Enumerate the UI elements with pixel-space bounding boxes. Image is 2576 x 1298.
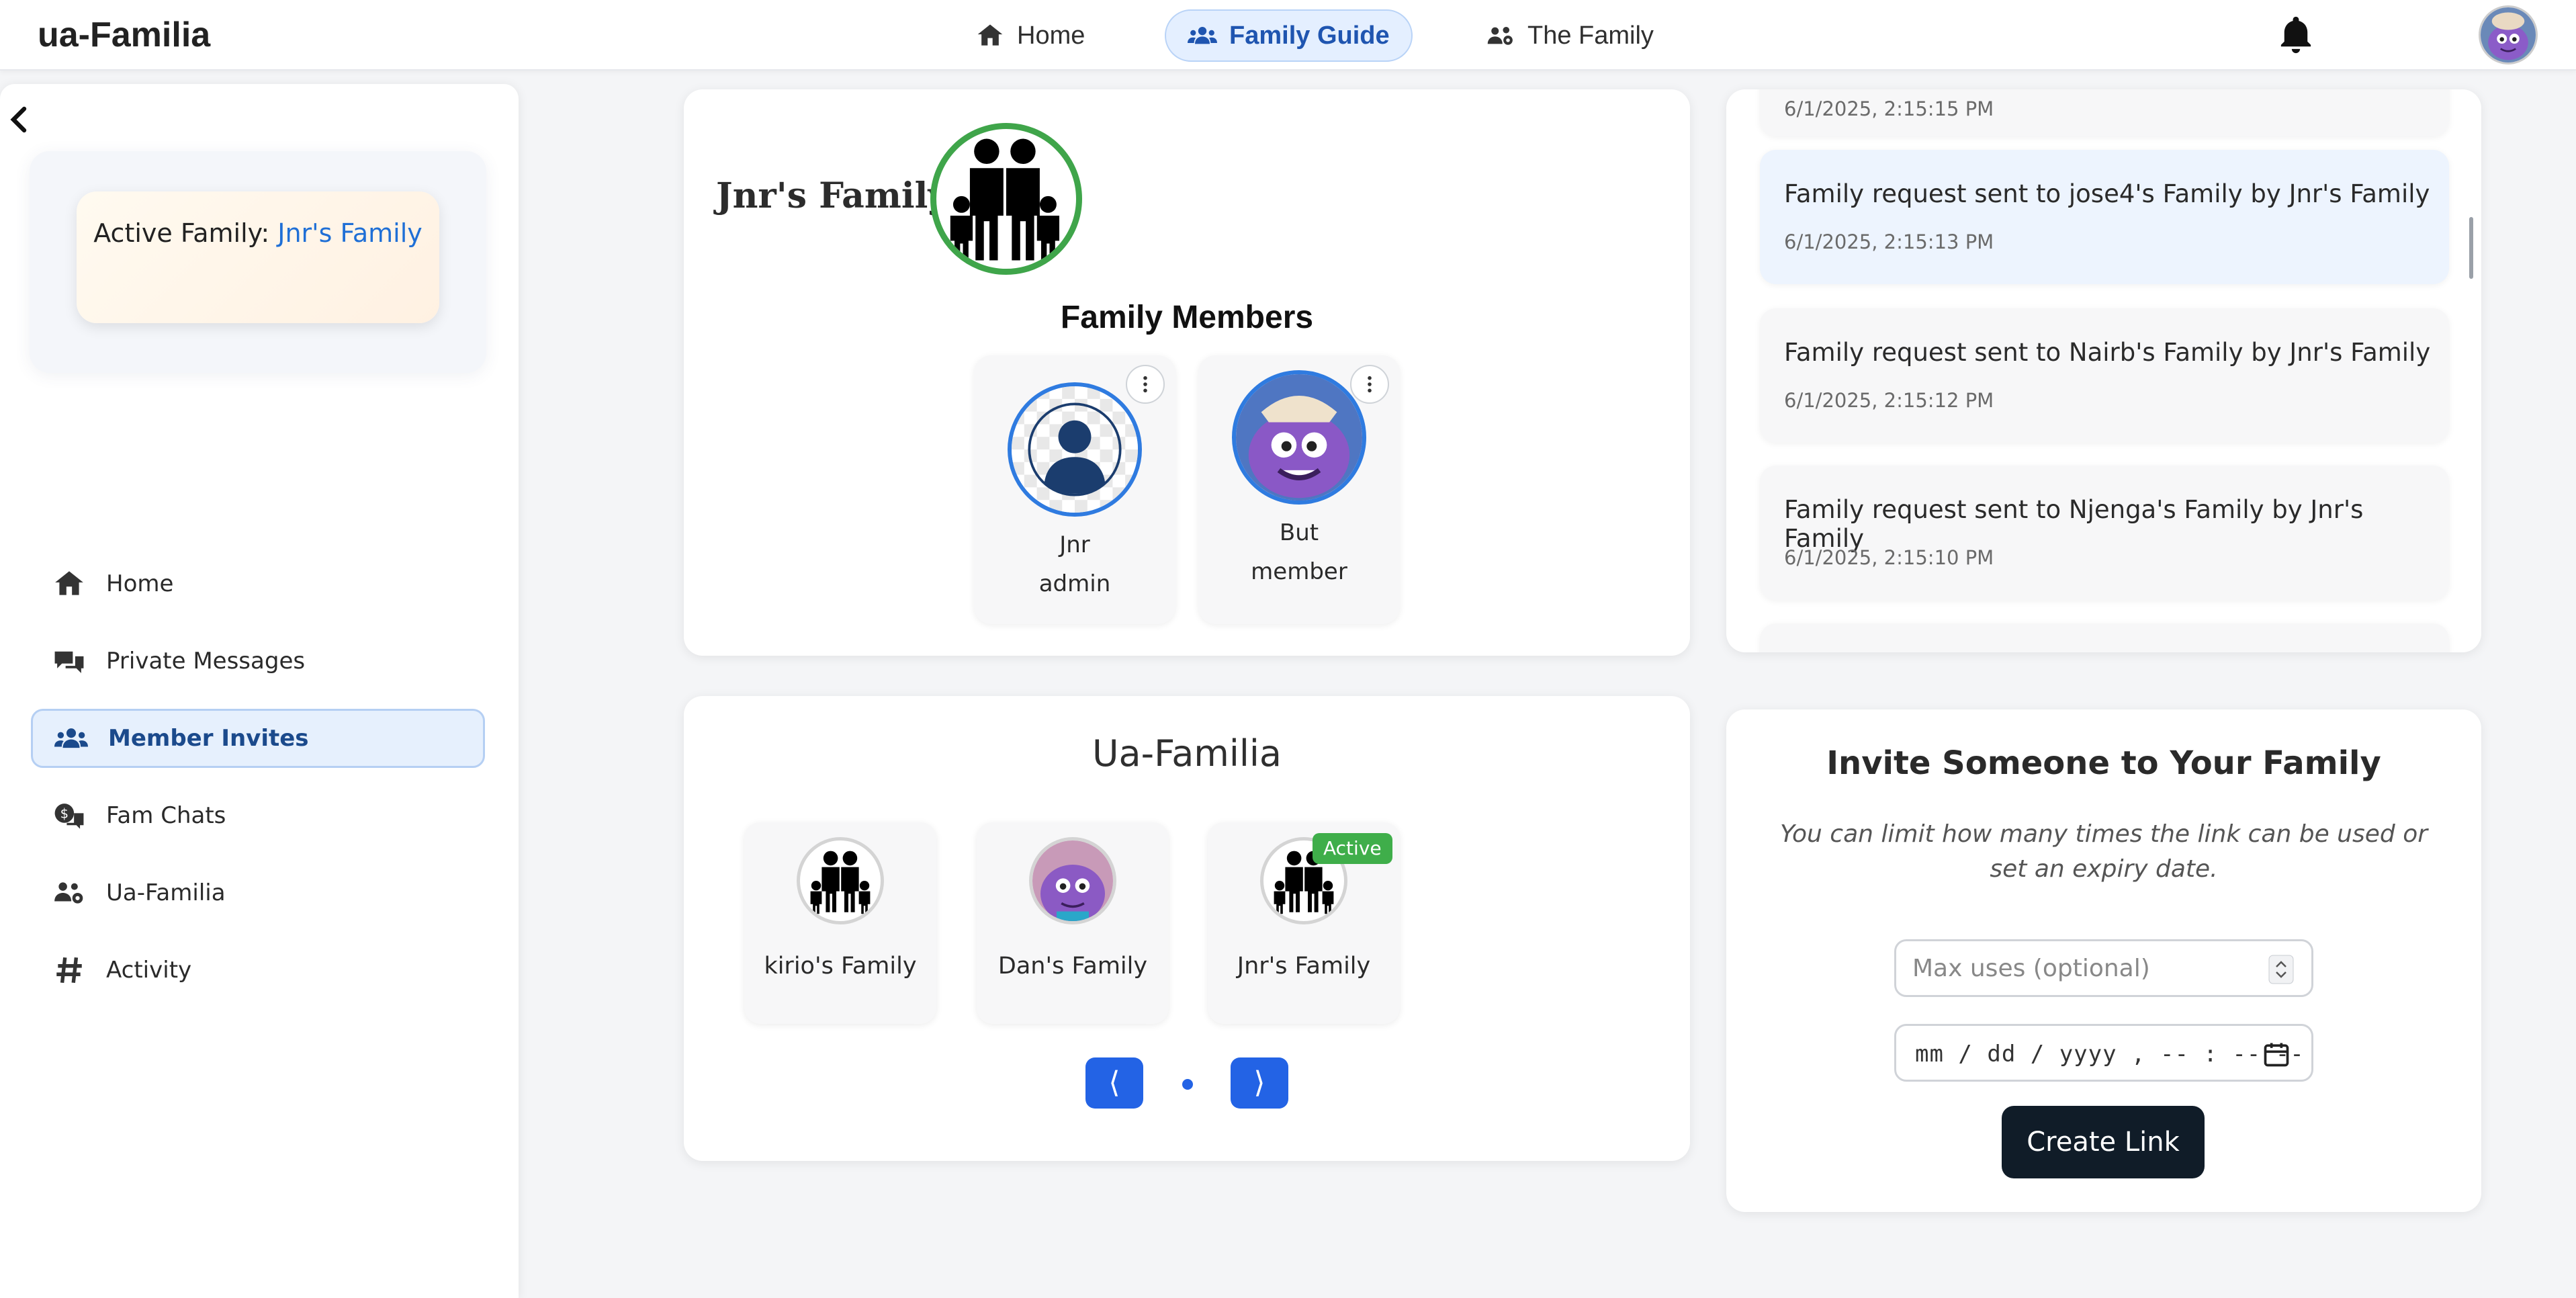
member-role: member [1251, 558, 1347, 585]
family-tile-kirio[interactable]: kirio's Family [744, 822, 936, 1024]
active-family-label: Active Family: [93, 218, 278, 248]
number-spinner-icon[interactable] [2268, 955, 2294, 984]
sidebar-item-label: Home [106, 570, 174, 597]
invite-subtitle: You can limit how many times the link ca… [1779, 820, 2428, 883]
ua-familia-card: Ua-Familia kirio's Family Dan's Family A… [684, 696, 1690, 1161]
activity-time: 6/1/2025, 2:15:10 PM [1784, 546, 1994, 569]
users-gear-icon [54, 882, 83, 904]
nav-home-label: Home [1017, 21, 1085, 50]
member-avatar [1008, 382, 1142, 517]
sidebar-item-member-invites[interactable]: Member Invites [31, 709, 485, 768]
home-icon [55, 571, 83, 595]
member-avatar [1232, 370, 1366, 505]
active-badge: Active [1313, 833, 1392, 864]
list-item: Family request sent to Nairb's Family by… [1760, 308, 2449, 443]
home-icon [977, 24, 1003, 46]
sidebar-item-label: Fam Chats [106, 802, 226, 829]
member-options-button[interactable] [1126, 365, 1165, 404]
nav-family-guide[interactable]: Family Guide [1165, 9, 1413, 62]
create-link-button[interactable]: Create Link [2002, 1106, 2205, 1178]
sidebar-item-label: Private Messages [106, 648, 306, 675]
sidebar-item-fam-chats[interactable]: $ Fam Chats [31, 786, 485, 845]
chevron-left-icon[interactable] [5, 103, 32, 136]
member-role: admin [1038, 570, 1111, 597]
family-card: Jnr's Family Family Members Jnr admin Bu… [684, 89, 1690, 656]
list-item: Family request sent to Njenga's Family b… [1760, 466, 2449, 600]
svg-text:$: $ [60, 806, 69, 822]
member-card-but[interactable]: But member [1198, 355, 1400, 624]
activity-list[interactable]: 6/1/2025, 2:15:15 PM Family request sent… [1726, 89, 2481, 652]
invite-card: Invite Someone to Your Family You can li… [1726, 709, 2481, 1212]
member-name: Jnr [1059, 531, 1090, 558]
nav-family-guide-label: Family Guide [1229, 21, 1390, 50]
family-gear-icon [1487, 26, 1513, 45]
sidebar-item-ua-familia[interactable]: Ua-Familia [31, 863, 485, 922]
sidebar-item-label: Activity [106, 957, 192, 984]
sidebar-menu: Home Private Messages Member Invites $ F… [31, 554, 485, 1018]
nav-home[interactable]: Home [954, 9, 1106, 62]
member-card-jnr[interactable]: Jnr admin [974, 355, 1175, 624]
expiry-datetime-input[interactable]: mm / dd / yyyy , -- : -- -- [1894, 1024, 2313, 1082]
list-item [1760, 623, 2449, 652]
family-avatar [1029, 837, 1116, 924]
activity-time: 6/1/2025, 2:15:12 PM [1784, 389, 1994, 412]
list-item: Family request sent to jose4's Family by… [1760, 150, 2449, 284]
list-item: 6/1/2025, 2:15:15 PM [1760, 89, 2449, 136]
sidebar-item-activity[interactable]: Activity [31, 941, 485, 1000]
hashtag-icon [56, 957, 82, 984]
family-logo [930, 123, 1082, 275]
sidebar-item-private-messages[interactable]: Private Messages [31, 632, 485, 691]
money-chat-icon: $ [54, 804, 84, 829]
brand-title[interactable]: ua-Familia [38, 13, 210, 56]
top-navbar: ua-Familia Home Family Guide The Family [0, 0, 2576, 71]
activity-message: Family request sent to jose4's Family by… [1784, 179, 2430, 208]
carousel-next-button[interactable]: ⟩ [1231, 1057, 1288, 1109]
invite-title: Invite Someone to Your Family [1826, 744, 2381, 782]
carousel-dot[interactable] [1182, 1079, 1193, 1090]
activity-message: Family request sent to Nairb's Family by… [1784, 338, 2431, 367]
member-options-button[interactable] [1350, 365, 1389, 404]
active-family-name: Jnr's Family [277, 218, 423, 248]
user-avatar[interactable] [2479, 5, 2538, 64]
max-uses-input[interactable]: Max uses (optional) [1894, 939, 2313, 997]
active-family-card[interactable]: Active Family: Jnr's Family [77, 191, 439, 323]
comments-icon [54, 651, 84, 673]
member-name: But [1279, 519, 1319, 546]
family-members-heading: Family Members [1060, 300, 1314, 335]
activity-message: Family request sent to Njenga's Family b… [1784, 495, 2364, 553]
sidebar-item-label: Member Invites [108, 725, 309, 752]
expiry-datetime-placeholder: mm / dd / yyyy , -- : -- -- [1915, 1041, 2305, 1068]
max-uses-placeholder: Max uses (optional) [1912, 955, 2150, 982]
nav-the-family-label: The Family [1527, 21, 1654, 50]
sidebar-item-label: Ua-Familia [106, 879, 226, 906]
sidebar-item-home[interactable]: Home [31, 554, 485, 613]
bell-icon[interactable] [2276, 13, 2316, 56]
family-title: Jnr's Family [716, 175, 948, 216]
family-silhouette-icon [950, 138, 1060, 263]
active-family-panel: Active Family: Jnr's Family [30, 151, 486, 373]
activity-time: 6/1/2025, 2:15:15 PM [1784, 97, 1994, 120]
family-name: Jnr's Family [1237, 953, 1371, 980]
sidebar: Active Family: Jnr's Family Home Private… [0, 84, 519, 1298]
calendar-icon[interactable] [2262, 1039, 2291, 1069]
scrollbar[interactable] [2469, 217, 2473, 279]
users-icon [54, 728, 88, 748]
family-tile-dan[interactable]: Dan's Family [977, 822, 1169, 1024]
activity-time: 6/1/2025, 2:15:13 PM [1784, 230, 1994, 253]
users-icon [1188, 26, 1217, 44]
carousel-prev-button[interactable]: ⟨ [1085, 1057, 1143, 1109]
family-tile-jnr[interactable]: Active Jnr's Family [1208, 822, 1400, 1024]
family-name: kirio's Family [764, 953, 917, 980]
ua-familia-title: Ua-Familia [1092, 732, 1282, 775]
nav-the-family[interactable]: The Family [1464, 9, 1675, 62]
family-avatar [797, 837, 884, 924]
family-name: Dan's Family [997, 953, 1148, 980]
family-silhouette-icon [810, 851, 871, 914]
